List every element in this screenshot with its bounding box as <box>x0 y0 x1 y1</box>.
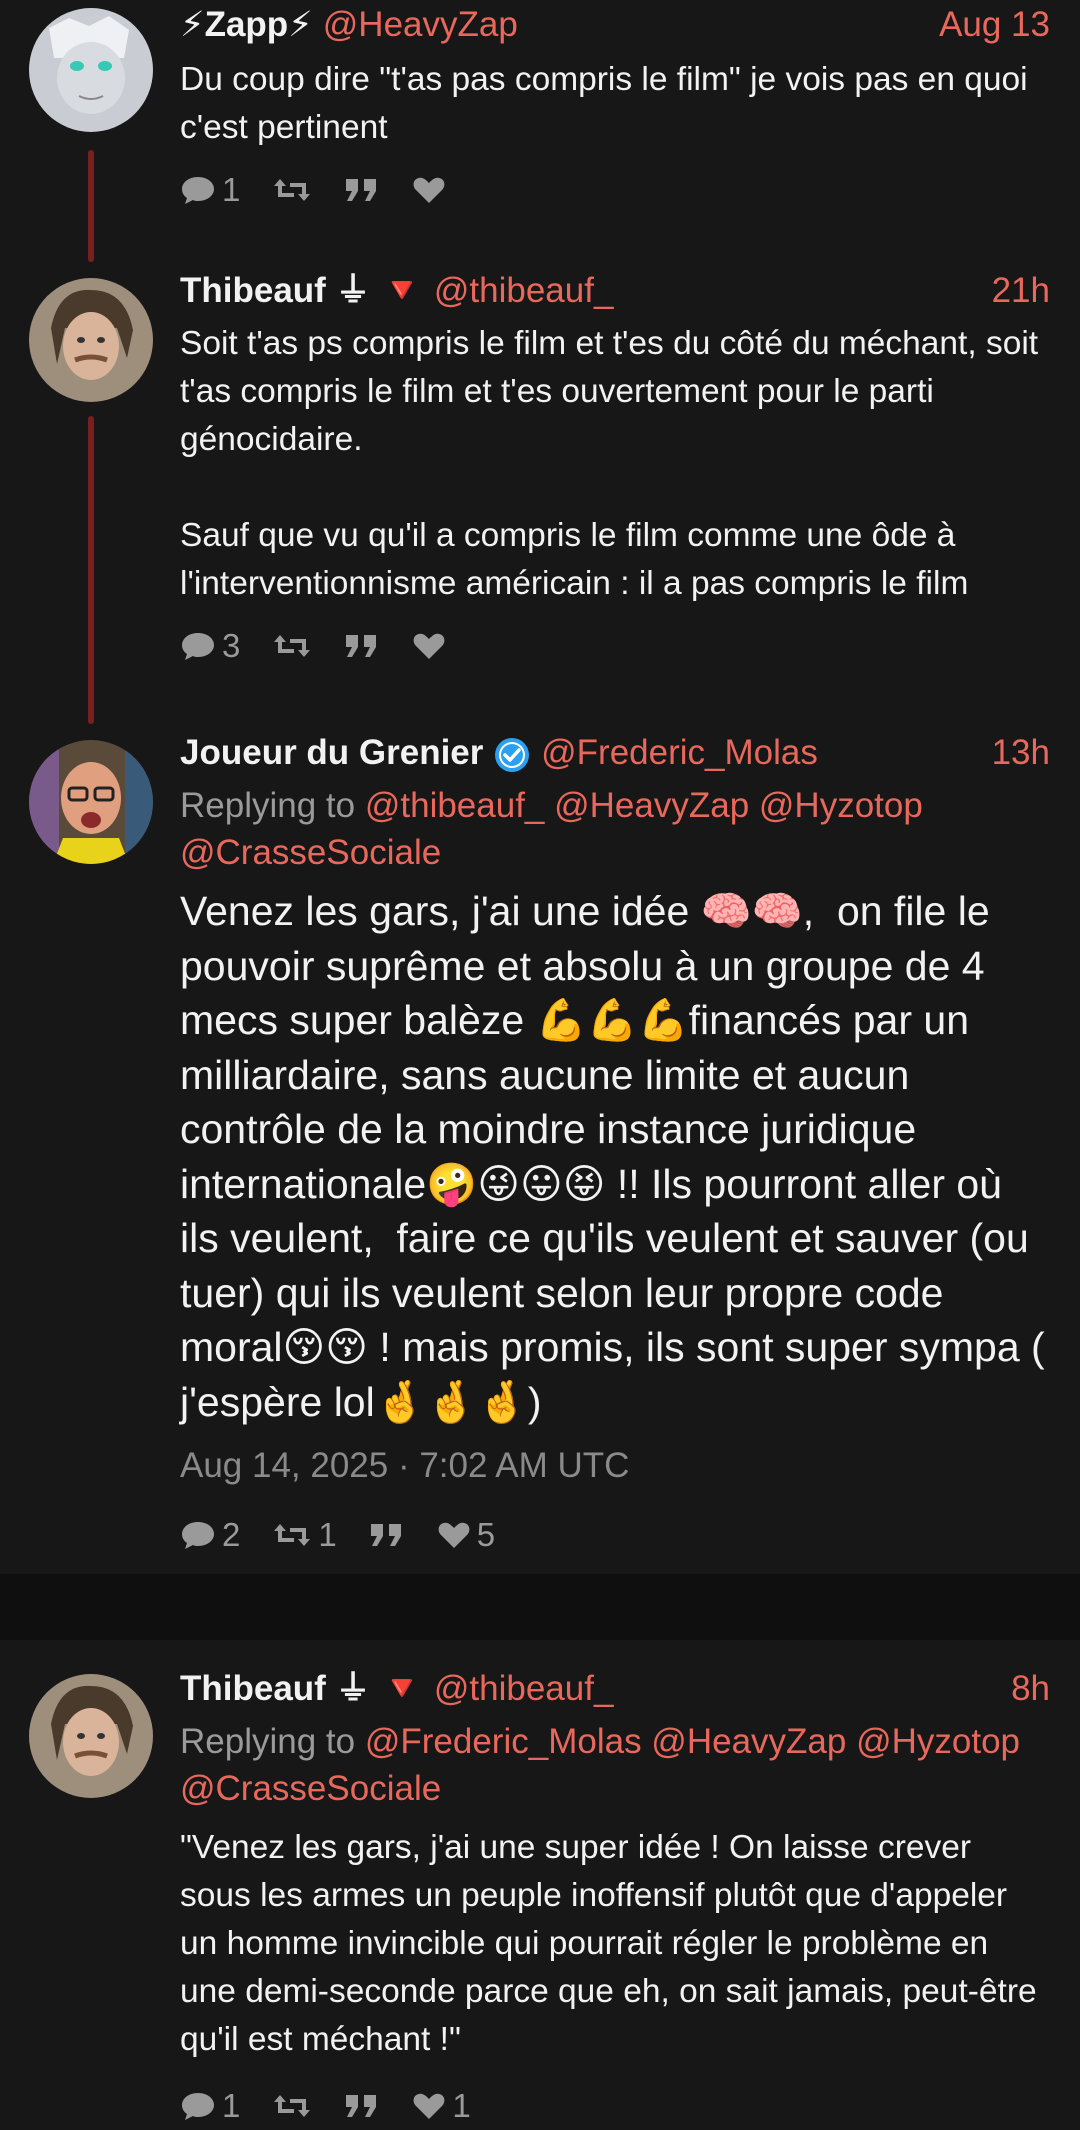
tweet-actions: 3 <box>180 622 1050 670</box>
display-name[interactable]: Thibeauf ⏚ 🔻 <box>180 1669 424 1708</box>
avatar[interactable] <box>29 1674 153 1798</box>
tweet-header: Thibeauf ⏚ 🔻 @thibeauf_ 21h <box>180 268 1050 314</box>
mention-link[interactable]: @Frederic_Molas <box>365 1722 642 1761</box>
tweet-header: Thibeauf ⏚ 🔻 @thibeauf_ 8h <box>180 1666 1050 1712</box>
reply-count: 1 <box>222 171 241 208</box>
quote-button[interactable] <box>369 1520 405 1550</box>
comment-icon <box>182 633 214 660</box>
username[interactable]: @Frederic_Molas <box>541 733 818 772</box>
avatar-image <box>29 278 153 402</box>
tweet-time[interactable]: 21h <box>992 268 1050 314</box>
avatar-image <box>29 8 153 132</box>
like-count: 1 <box>452 2087 471 2124</box>
reply-button[interactable]: 1 <box>180 2087 240 2125</box>
comment-icon <box>182 1522 214 1549</box>
thread-separator <box>0 1574 1080 1640</box>
reply-count: 1 <box>222 2087 241 2124</box>
mention-link[interactable]: @HeavyZap <box>554 786 749 825</box>
tweet-actions: 2 1 5 <box>180 1511 1050 1559</box>
tweet-text: Venez les gars, j'ai une idée 🧠🧠, on fil… <box>180 888 1057 1425</box>
tweet-text: Soit t'as ps compris le film et t'es du … <box>180 325 1039 602</box>
like-button[interactable]: 5 <box>437 1516 495 1554</box>
heart-icon <box>413 633 445 659</box>
reply-count: 2 <box>222 1516 241 1553</box>
retweet-icon <box>274 179 311 201</box>
retweet-button[interactable] <box>272 2091 312 2121</box>
display-name[interactable]: Thibeauf ⏚ 🔻 <box>180 271 424 310</box>
quote-icon <box>346 635 377 657</box>
retweet-icon <box>274 2095 311 2117</box>
comment-icon <box>182 2093 214 2120</box>
username[interactable]: @thibeauf_ <box>434 1669 614 1708</box>
verified-badge-icon <box>495 737 530 772</box>
tweet-header: ⚡Zapp⚡ @HeavyZap Aug 13 <box>180 2 1050 48</box>
display-name[interactable]: Joueur du Grenier <box>180 733 483 772</box>
tweet-time[interactable]: Aug 13 <box>939 2 1050 48</box>
replying-to-label: Replying to <box>180 1722 356 1761</box>
heart-icon <box>413 2093 445 2119</box>
avatar[interactable] <box>29 8 153 132</box>
like-button[interactable] <box>412 631 446 661</box>
heart-icon <box>413 177 445 203</box>
tweet-text: "Venez les gars, j'ai une super idée ! O… <box>180 1829 1046 2058</box>
quote-icon <box>346 179 377 201</box>
tweet-time[interactable]: 13h <box>992 730 1050 776</box>
mention-link[interactable]: @Hyzotop <box>856 1722 1020 1761</box>
retweet-icon <box>274 635 311 657</box>
replying-to: Replying to @Frederic_Molas @HeavyZap @H… <box>180 1718 1050 1812</box>
reply-button[interactable]: 2 <box>180 1516 240 1554</box>
replying-to: Replying to @thibeauf_ @HeavyZap @Hyzoto… <box>180 782 1050 876</box>
heart-icon <box>438 1522 470 1548</box>
replying-to-label: Replying to <box>180 786 356 825</box>
avatar[interactable] <box>29 740 153 864</box>
quote-icon <box>346 2095 377 2117</box>
username[interactable]: @HeavyZap <box>323 5 518 44</box>
tweet-actions: 1 1 <box>180 2082 1050 2130</box>
avatar[interactable] <box>29 278 153 402</box>
retweet-count: 1 <box>318 1516 337 1553</box>
like-count: 5 <box>476 1516 496 1553</box>
tweet-text: Du coup dire "t'as pas compris le film" … <box>180 61 1037 146</box>
avatar-image <box>29 1674 153 1798</box>
retweet-icon <box>274 1524 311 1546</box>
display-name[interactable]: ⚡Zapp⚡ <box>180 5 313 44</box>
mention-link[interactable]: @thibeauf_ <box>365 786 545 825</box>
thread-line <box>88 150 94 262</box>
retweet-button[interactable] <box>272 175 312 205</box>
reply-button[interactable]: 3 <box>180 627 240 665</box>
like-button[interactable] <box>412 175 446 205</box>
tweet-actions: 1 <box>180 166 1050 214</box>
quote-icon <box>370 1524 401 1546</box>
username[interactable]: @thibeauf_ <box>434 271 614 310</box>
mention-link[interactable]: @HeavyZap <box>651 1722 846 1761</box>
comment-icon <box>182 177 214 204</box>
like-button[interactable]: 1 <box>412 2087 471 2125</box>
reply-button[interactable]: 1 <box>180 171 240 209</box>
reply-count: 3 <box>222 627 241 664</box>
tweet-header: Joueur du Grenier @Frederic_Molas 13h <box>180 730 1050 776</box>
quote-button[interactable] <box>344 631 380 661</box>
retweet-button[interactable]: 1 <box>272 1516 337 1554</box>
thread-line <box>88 416 94 724</box>
mention-link[interactable]: @Hyzotop <box>759 786 923 825</box>
quote-button[interactable] <box>344 175 380 205</box>
retweet-button[interactable] <box>272 631 312 661</box>
tweet-time[interactable]: 8h <box>1011 1666 1050 1712</box>
mention-link[interactable]: @CrasseSociale <box>180 833 441 872</box>
mention-link[interactable]: @CrasseSociale <box>180 1769 441 1808</box>
tweet-timestamp[interactable]: Aug 14, 2025 · 7:02 AM UTC <box>180 1443 1050 1489</box>
avatar-image <box>29 740 153 864</box>
quote-button[interactable] <box>344 2091 380 2121</box>
